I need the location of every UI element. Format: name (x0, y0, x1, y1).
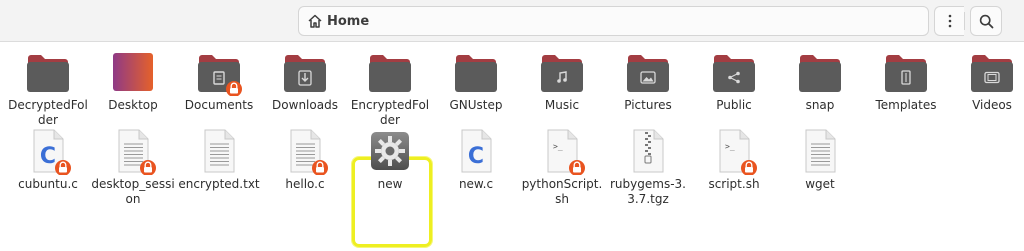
file-item-label: EncryptedFolder (350, 98, 430, 127)
search-icon (979, 14, 993, 28)
folder-icon (796, 48, 844, 96)
file-item-label: new (377, 177, 403, 191)
file-item-templates[interactable]: Templates (863, 48, 949, 113)
file-item-label: rubygems-3.3.7.tgz (610, 177, 686, 206)
text-file-icon (281, 127, 329, 176)
kebab-menu-icon (948, 14, 951, 28)
file-item-gnustep[interactable]: GNUstep (433, 48, 519, 113)
location-label: Home (327, 13, 370, 29)
desktop-folder-icon (109, 48, 157, 96)
file-item-music[interactable]: Music (519, 48, 605, 113)
file-item-public[interactable]: Public (691, 48, 777, 113)
folder-icon (538, 48, 586, 96)
file-item-rubygems-3-3-7-tgz[interactable]: rubygems-3.3.7.tgz (605, 127, 691, 207)
file-grid: DecryptedFolder Desktop Documents Downloads… (0, 42, 1024, 251)
text-file-icon (195, 127, 243, 175)
file-item-label: GNUstep (449, 98, 503, 112)
file-item-encrypted-txt[interactable]: encrypted.txt (176, 127, 262, 192)
archive-icon (624, 127, 672, 175)
file-item-pictures[interactable]: Pictures (605, 48, 691, 113)
svg-text:C: C (468, 144, 484, 169)
folder-icon (24, 48, 72, 96)
folder-icon (366, 48, 414, 96)
file-item-hello-c[interactable]: hello.c (262, 127, 348, 192)
file-item-label: wget (805, 177, 835, 191)
header-bar: Home (0, 0, 1024, 42)
file-item-label: pythonScript.sh (521, 177, 603, 206)
search-button[interactable] (970, 6, 1002, 36)
c-source-file-icon: C (452, 127, 500, 175)
file-item-downloads[interactable]: Downloads (262, 48, 348, 113)
file-item-label: Downloads (272, 98, 338, 112)
file-item-label: cubuntu.c (18, 177, 78, 191)
file-item-label: Pictures (624, 98, 672, 112)
text-file-icon (796, 127, 844, 175)
folder-icon (882, 48, 930, 96)
file-item-label: new.c (458, 177, 494, 191)
file-item-label: DecryptedFolder (8, 98, 88, 127)
file-item-label: Public (716, 98, 752, 112)
executable-icon (366, 127, 414, 175)
menu-button[interactable] (934, 6, 965, 36)
file-item-label: snap (805, 98, 835, 112)
file-item-label: Documents (184, 98, 254, 112)
file-item-wget[interactable]: wget (777, 127, 863, 192)
file-item-pythonscript-sh[interactable]: >_ pythonScript.sh (519, 127, 605, 207)
file-item-snap[interactable]: snap (777, 48, 863, 113)
svg-text:>_: >_ (553, 142, 563, 151)
location-bar[interactable]: Home (298, 6, 929, 36)
file-item-new[interactable]: new (347, 127, 433, 192)
file-item-desktop-session[interactable]: desktop_session (90, 127, 176, 207)
folder-icon (624, 48, 672, 96)
file-item-label: Desktop (108, 98, 158, 112)
file-item-label: Templates (875, 98, 937, 112)
file-item-cubuntu-c[interactable]: Ccubuntu.c (5, 127, 91, 192)
file-item-desktop[interactable]: Desktop (90, 48, 176, 113)
file-item-label: desktop_session (91, 177, 175, 206)
file-item-videos[interactable]: Videos (949, 48, 1024, 113)
folder-icon (195, 48, 243, 97)
script-file-icon: >_ (710, 127, 758, 176)
svg-text:C: C (40, 144, 56, 169)
file-item-label: Music (544, 98, 580, 112)
folder-icon (968, 48, 1016, 96)
folder-icon (281, 48, 329, 96)
c-source-file-icon: C (24, 127, 72, 176)
folder-icon (710, 48, 758, 96)
file-item-label: hello.c (285, 177, 325, 191)
file-item-label: encrypted.txt (178, 177, 260, 191)
file-item-script-sh[interactable]: >_ script.sh (691, 127, 777, 192)
home-icon (308, 14, 322, 28)
file-item-new-c[interactable]: Cnew.c (433, 127, 519, 192)
svg-text:>_: >_ (725, 142, 735, 151)
text-file-icon (109, 127, 157, 176)
file-item-label: script.sh (708, 177, 760, 191)
script-file-icon: >_ (538, 127, 586, 176)
file-item-label: Videos (972, 98, 1012, 112)
folder-icon (452, 48, 500, 96)
file-item-encryptedfolder[interactable]: EncryptedFolder (347, 48, 433, 128)
file-item-decryptedfolder[interactable]: DecryptedFolder (5, 48, 91, 128)
file-item-documents[interactable]: Documents (176, 48, 262, 113)
